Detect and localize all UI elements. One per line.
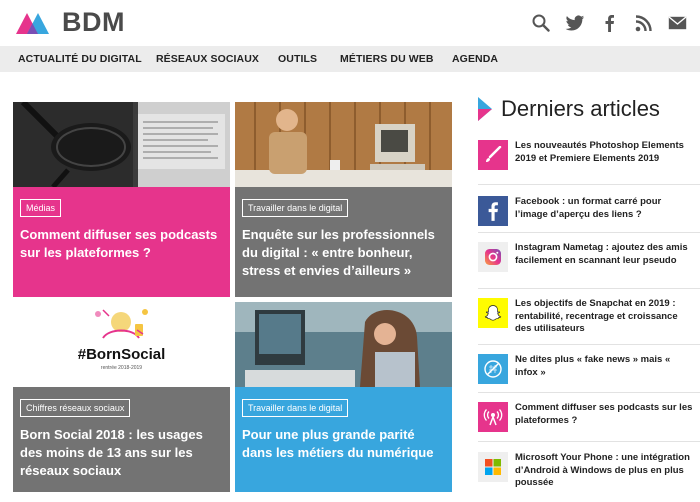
- rss-icon[interactable]: [632, 12, 654, 34]
- born-social-hashtag: #BornSocial: [77, 346, 166, 363]
- divider: [478, 288, 700, 289]
- sidebar-article-title[interactable]: Instagram Nametag : ajoutez des amis fac…: [515, 242, 695, 267]
- card-panel: Travailler dans le digital Pour une plus…: [235, 387, 452, 492]
- mail-icon[interactable]: [666, 12, 688, 34]
- divider: [478, 392, 700, 393]
- category-tag[interactable]: Chiffres réseaux sociaux: [20, 399, 131, 417]
- nav-item-reseaux-sociaux[interactable]: RÉSEAUX SOCIAUX: [156, 53, 259, 65]
- born-social-illustration: #BornSocial rentrée 2018-2019: [13, 302, 230, 387]
- podcast-microphone-image: [13, 102, 230, 187]
- retro-computer-desk-image: [235, 102, 452, 187]
- nav-item-agenda[interactable]: AGENDA: [452, 53, 498, 65]
- instagram-icon: [478, 242, 508, 272]
- facebook-icon[interactable]: [598, 12, 620, 34]
- site-header: BDM: [0, 0, 700, 46]
- sidebar-article-title[interactable]: Microsoft Your Phone : une intégration d…: [515, 452, 695, 490]
- logo-triangles-icon: [16, 12, 49, 34]
- article-card[interactable]: Travailler dans le digital Pour une plus…: [235, 302, 452, 492]
- sidebar-article-title[interactable]: Ne dites plus « fake news » mais « infox…: [515, 354, 695, 379]
- site-name: BDM: [62, 7, 125, 37]
- sidebar-heading: Derniers articles: [478, 96, 660, 122]
- article-card[interactable]: #BornSocial rentrée 2018-2019 Chiffres r…: [13, 302, 230, 492]
- divider: [478, 232, 700, 233]
- nav-item-actualite[interactable]: ACTUALITÉ DU DIGITAL: [18, 53, 142, 65]
- facebook-icon: [478, 196, 508, 226]
- broadcast-icon: [478, 402, 508, 432]
- sidebar-title: Derniers articles: [501, 96, 660, 121]
- sidebar-article-title[interactable]: Facebook : un format carré pour l’image …: [515, 196, 695, 221]
- card-title[interactable]: Pour une plus grande parité dans les mét…: [242, 426, 445, 462]
- windows-icon: [478, 452, 508, 482]
- woman-at-computer-image: [235, 302, 452, 387]
- card-panel: Travailler dans le digital Enquête sur l…: [235, 187, 452, 297]
- divider: [478, 344, 700, 345]
- card-title[interactable]: Born Social 2018 : les usages des moins …: [20, 426, 223, 480]
- divider: [478, 441, 700, 442]
- sidebar-article-title[interactable]: Les nouveautés Photoshop Elements 2019 e…: [515, 140, 695, 165]
- main-nav: ACTUALITÉ DU DIGITAL RÉSEAUX SOCIAUX OUT…: [0, 46, 700, 72]
- snapchat-icon: [478, 298, 508, 328]
- no-fake-news-icon: [478, 354, 508, 384]
- search-icon[interactable]: [530, 12, 552, 34]
- card-title[interactable]: Comment diffuser ses podcasts sur les pl…: [20, 226, 223, 262]
- divider: [478, 184, 700, 185]
- nav-item-outils[interactable]: OUTILS: [278, 53, 317, 65]
- sidebar-article-title[interactable]: Comment diffuser ses podcasts sur les pl…: [515, 402, 695, 427]
- category-tag[interactable]: Travailler dans le digital: [242, 399, 349, 417]
- article-card[interactable]: Travailler dans le digital Enquête sur l…: [235, 102, 452, 297]
- brush-icon: [478, 140, 508, 170]
- card-panel: Chiffres réseaux sociaux Born Social 201…: [13, 387, 230, 492]
- card-title[interactable]: Enquête sur les professionnels du digita…: [242, 226, 445, 280]
- born-social-caption: rentrée 2018-2019: [100, 365, 143, 371]
- sidebar-article-title[interactable]: Les objectifs de Snapchat en 2019 : rent…: [515, 298, 695, 336]
- sidebar-heading-triangle-icon: [478, 97, 492, 121]
- card-panel: Médias Comment diffuser ses podcasts sur…: [13, 187, 230, 297]
- category-tag[interactable]: Médias: [20, 199, 62, 217]
- category-tag[interactable]: Travailler dans le digital: [242, 199, 349, 217]
- nav-item-metiers[interactable]: MÉTIERS DU WEB: [340, 53, 434, 65]
- twitter-icon[interactable]: [564, 12, 586, 34]
- site-logo[interactable]: BDM: [16, 7, 125, 38]
- article-card[interactable]: Médias Comment diffuser ses podcasts sur…: [13, 102, 230, 297]
